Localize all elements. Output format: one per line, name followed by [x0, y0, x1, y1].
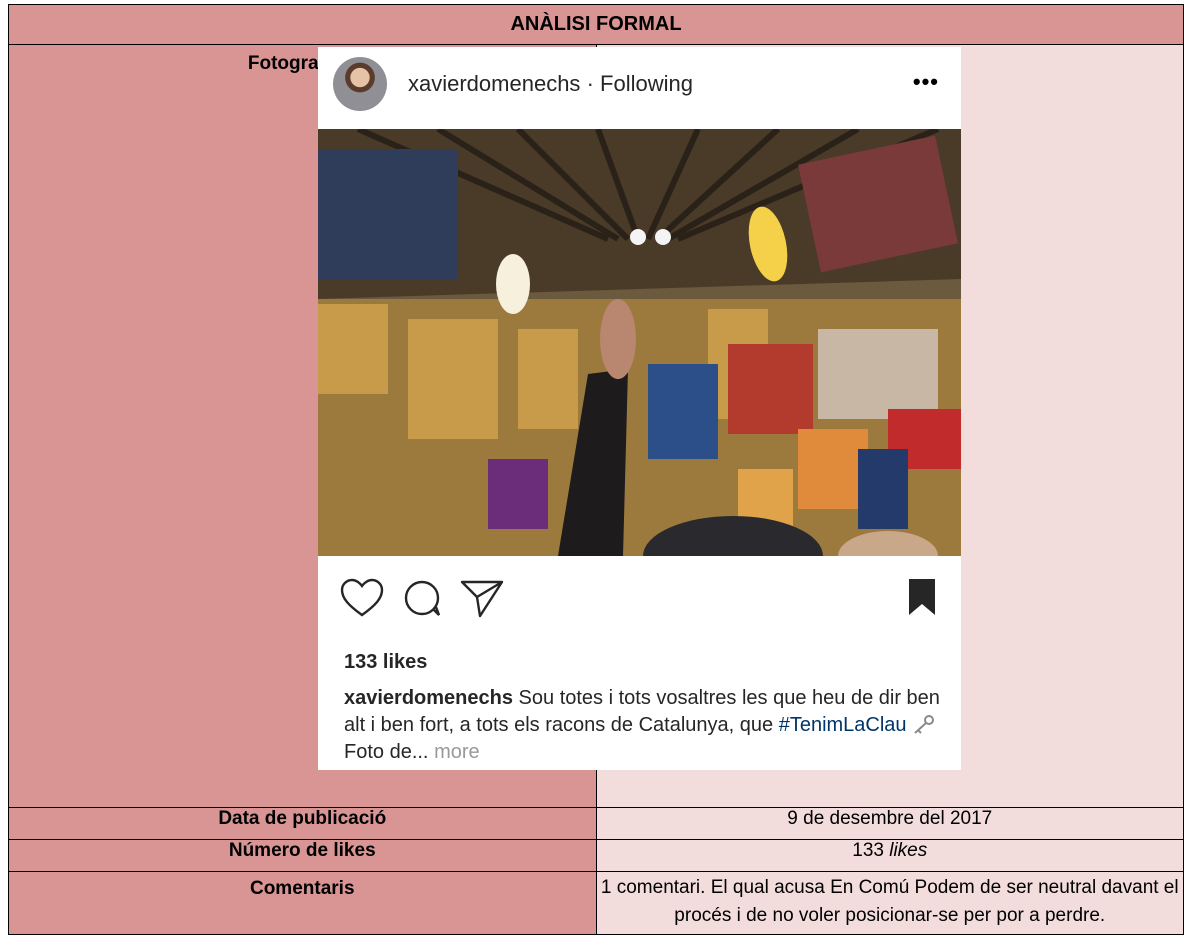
- avatar[interactable]: [333, 57, 387, 111]
- post-caption: xavierdomenechs Sou totes i tots vosaltr…: [344, 685, 944, 766]
- comments-value: 1 comentari. El qual acusa En Comú Podem…: [595, 871, 1184, 935]
- post-header: xavierdomenechs · Following: [408, 71, 693, 97]
- bookmark-icon[interactable]: [907, 577, 937, 617]
- heart-icon[interactable]: [340, 578, 384, 617]
- follow-status[interactable]: Following: [600, 71, 693, 96]
- more-link[interactable]: more: [434, 741, 480, 763]
- table-header: ANÀLISI FORMAL: [8, 4, 1184, 45]
- caption-hashtag[interactable]: #TenimLaClau: [779, 714, 907, 736]
- likes-unit: likes: [889, 840, 928, 861]
- comment-icon[interactable]: [404, 580, 441, 616]
- key-emoji: [914, 715, 935, 734]
- instagram-post: xavierdomenechs · Following ••• 133 like…: [318, 47, 961, 770]
- caption-tail: Foto de...: [344, 741, 429, 763]
- header-separator: ·: [586, 71, 594, 96]
- more-options-icon[interactable]: •••: [913, 69, 939, 95]
- likes-value: 133 likes: [595, 839, 1184, 872]
- likes-label: Número de likes: [8, 839, 597, 872]
- likes-number: 133: [852, 840, 884, 861]
- caption-username[interactable]: xavierdomenechs: [344, 687, 513, 709]
- post-photo: [318, 129, 961, 556]
- date-value: 9 de desembre del 2017: [595, 807, 1184, 840]
- send-icon[interactable]: [460, 580, 504, 618]
- comments-label: Comentaris: [8, 871, 597, 935]
- post-username[interactable]: xavierdomenechs: [408, 71, 580, 96]
- post-likes[interactable]: 133 likes: [344, 651, 427, 674]
- action-icons: [340, 578, 504, 618]
- date-label: Data de publicació: [8, 807, 597, 840]
